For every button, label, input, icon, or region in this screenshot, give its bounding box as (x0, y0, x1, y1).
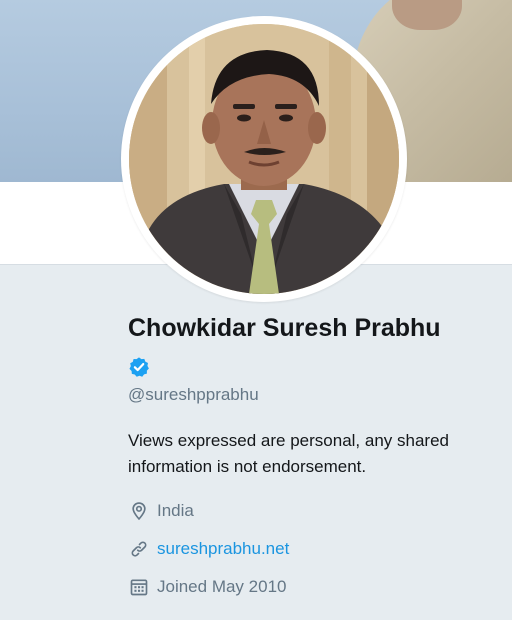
profile-joined-row: Joined May 2010 (128, 576, 498, 598)
profile-website-link[interactable]: sureshprabhu.net (157, 538, 289, 560)
profile-handle[interactable]: @sureshpprabhu (128, 384, 498, 406)
profile-joined-date: Joined May 2010 (157, 577, 287, 596)
profile-location: India (157, 501, 194, 520)
link-icon (128, 538, 150, 560)
avatar[interactable] (129, 24, 399, 294)
avatar-portrait-drawing (129, 24, 399, 294)
profile-info: Chowkidar Suresh Prabhu @sureshpprabhu V… (128, 312, 498, 598)
profile-website-row: sureshprabhu.net (128, 538, 498, 560)
location-pin-icon (128, 500, 150, 522)
profile-page: Chowkidar Suresh Prabhu @sureshpprabhu V… (0, 0, 512, 620)
calendar-icon (128, 576, 150, 598)
verified-badge-icon[interactable] (128, 356, 150, 378)
avatar-frame[interactable] (121, 16, 407, 302)
profile-name[interactable]: Chowkidar Suresh Prabhu (128, 312, 498, 344)
profile-location-row: India (128, 500, 498, 522)
profile-bio: Views expressed are personal, any shared… (128, 431, 449, 476)
